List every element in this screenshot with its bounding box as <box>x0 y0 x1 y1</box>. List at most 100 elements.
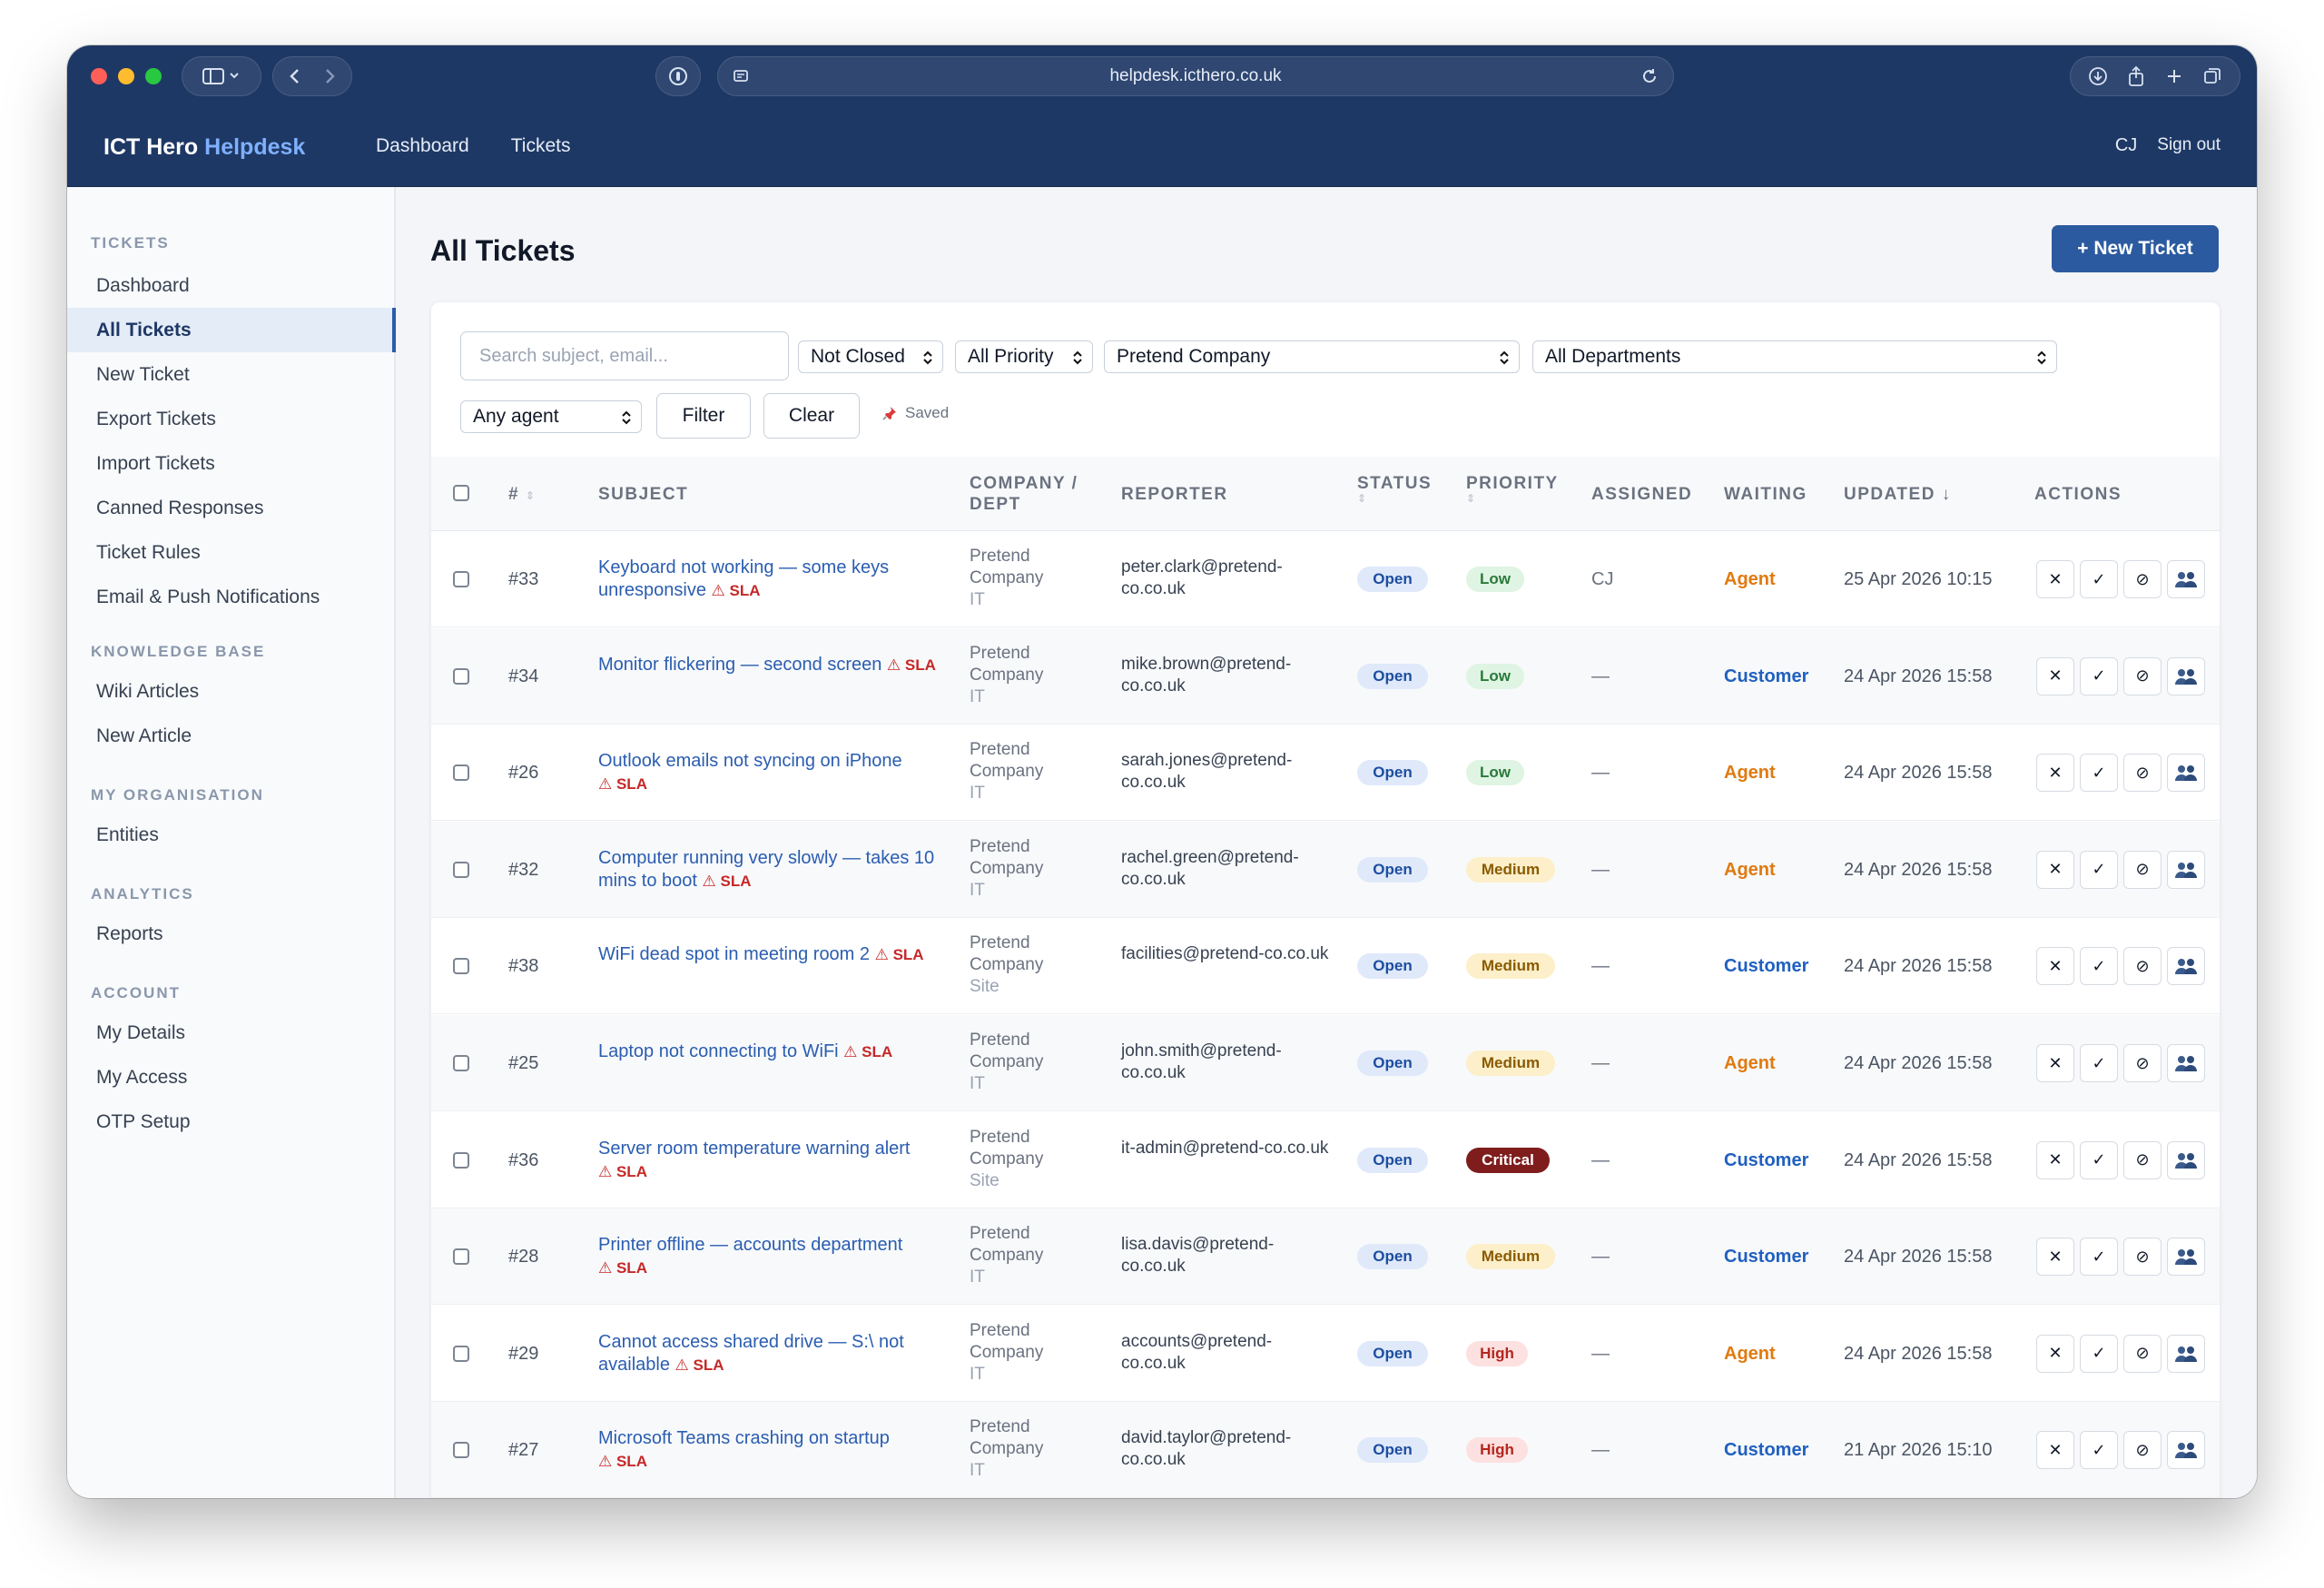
agent-select[interactable]: Any agent <box>460 400 642 433</box>
table-row[interactable]: #38 WiFi dead spot in meeting room 2 ⚠ SL… <box>431 918 2220 1015</box>
sidebar-item-new-article[interactable]: New Article <box>67 714 394 758</box>
table-row[interactable]: #36 Server room temperature warning alert… <box>431 1112 2220 1208</box>
forward-icon[interactable] <box>326 69 335 84</box>
ticket-number[interactable]: #25 <box>508 1053 538 1074</box>
ticket-number[interactable]: #29 <box>508 1344 538 1365</box>
ban-button[interactable]: ⊘ <box>2123 947 2162 986</box>
sign-out-link[interactable]: Sign out <box>2157 135 2221 156</box>
minimize-window-button[interactable] <box>118 68 134 84</box>
ban-button[interactable]: ⊘ <box>2123 656 2162 695</box>
ticket-number[interactable]: #34 <box>508 666 538 687</box>
ticket-subject-link[interactable]: Server room temperature warning alert ⚠ … <box>598 1138 943 1183</box>
close-button[interactable]: ✕ <box>2036 947 2074 986</box>
check-button[interactable]: ✓ <box>2080 560 2118 598</box>
check-button[interactable]: ✓ <box>2080 1044 2118 1082</box>
ticket-number[interactable]: #32 <box>508 860 538 881</box>
sidebar-item-my-access[interactable]: My Access <box>67 1055 394 1100</box>
ticket-number[interactable]: #33 <box>508 569 538 590</box>
sidebar-item-import-tickets[interactable]: Import Tickets <box>67 441 394 486</box>
check-button[interactable]: ✓ <box>2080 754 2118 793</box>
department-select[interactable]: All Departments <box>1532 340 2057 373</box>
download-icon[interactable] <box>2088 66 2108 86</box>
row-checkbox[interactable] <box>453 1248 469 1266</box>
ticket-subject-link[interactable]: Computer running very slowly — takes 10 … <box>598 847 943 893</box>
assign-users-button[interactable] <box>2167 1140 2205 1179</box>
ban-button[interactable]: ⊘ <box>2123 1140 2162 1179</box>
search-input[interactable]: Search subject, email... <box>460 331 789 380</box>
ban-button[interactable]: ⊘ <box>2123 560 2162 598</box>
assign-users-button[interactable] <box>2167 1334 2205 1373</box>
assign-users-button[interactable] <box>2167 560 2205 598</box>
ticket-subject-link[interactable]: Keyboard not working — some keys unrespo… <box>598 557 943 602</box>
close-button[interactable]: ✕ <box>2036 1431 2074 1470</box>
ticket-number[interactable]: #27 <box>508 1440 538 1461</box>
reload-icon[interactable] <box>1640 67 1659 85</box>
assign-users-button[interactable] <box>2167 754 2205 793</box>
company-select[interactable]: Pretend Company <box>1104 340 1520 373</box>
assign-users-button[interactable] <box>2167 1044 2205 1082</box>
assign-users-button[interactable] <box>2167 947 2205 986</box>
col-header-updated[interactable]: UPDATED ↓ <box>1844 484 1952 505</box>
sidebar-item-all-tickets[interactable]: All Tickets <box>67 308 396 352</box>
ticket-number[interactable]: #28 <box>508 1247 538 1267</box>
ticket-subject-link[interactable]: Cannot access shared drive — S:\ not ava… <box>598 1331 943 1376</box>
check-button[interactable]: ✓ <box>2080 850 2118 889</box>
col-header-company[interactable]: COMPANY / DEPT <box>970 473 1078 515</box>
row-checkbox[interactable] <box>453 764 469 782</box>
ticket-subject-link[interactable]: Outlook emails not syncing on iPhone ⚠ S… <box>598 750 943 795</box>
row-checkbox[interactable] <box>453 1345 469 1362</box>
row-checkbox[interactable] <box>453 667 469 685</box>
row-checkbox[interactable] <box>453 958 469 975</box>
table-row[interactable]: #28 Printer offline — accounts department… <box>431 1208 2220 1306</box>
row-checkbox[interactable] <box>453 571 469 587</box>
table-row[interactable]: #26 Outlook emails not syncing on iPhone … <box>431 725 2220 822</box>
table-row[interactable]: #34 Monitor flickering — second screen ⚠ … <box>431 627 2220 725</box>
check-button[interactable]: ✓ <box>2080 1334 2118 1373</box>
assign-users-button[interactable] <box>2167 850 2205 889</box>
sidebar-item-notifications[interactable]: Email & Push Notifications <box>67 575 394 619</box>
row-checkbox[interactable] <box>453 1442 469 1459</box>
sidebar-toggle-button[interactable] <box>182 56 261 96</box>
address-bar[interactable]: helpdesk.icthero.co.uk <box>717 56 1674 96</box>
col-header-status[interactable]: STATUS ⇕ <box>1357 473 1432 504</box>
close-button[interactable]: ✕ <box>2036 1044 2074 1082</box>
sidebar-item-otp-setup[interactable]: OTP Setup <box>67 1100 394 1144</box>
sidebar-item-reports[interactable]: Reports <box>67 912 394 956</box>
close-button[interactable]: ✕ <box>2036 754 2074 793</box>
priority-select[interactable]: All Priority <box>955 340 1093 373</box>
close-button[interactable]: ✕ <box>2036 1334 2074 1373</box>
top-nav-dashboard[interactable]: Dashboard <box>376 135 469 157</box>
brand-logo[interactable]: ICT Hero Helpdesk <box>103 134 305 161</box>
sidebar-item-canned-responses[interactable]: Canned Responses <box>67 486 394 530</box>
ban-button[interactable]: ⊘ <box>2123 1044 2162 1082</box>
zoom-window-button[interactable] <box>145 68 162 84</box>
top-nav-tickets[interactable]: Tickets <box>511 135 571 157</box>
sidebar-item-new-ticket[interactable]: New Ticket <box>67 352 394 397</box>
ticket-subject-link[interactable]: Printer offline — accounts department ⚠ … <box>598 1234 943 1279</box>
ticket-subject-link[interactable]: Laptop not connecting to WiFi ⚠ SLA <box>598 1041 943 1063</box>
ticket-subject-link[interactable]: Microsoft Teams crashing on startup ⚠ SL… <box>598 1427 943 1473</box>
ban-button[interactable]: ⊘ <box>2123 1238 2162 1277</box>
privacy-report-button[interactable] <box>655 56 701 96</box>
close-button[interactable]: ✕ <box>2036 1238 2074 1277</box>
table-row[interactable]: #29 Cannot access shared drive — S:\ not … <box>431 1306 2220 1402</box>
check-button[interactable]: ✓ <box>2080 947 2118 986</box>
sidebar-item-ticket-rules[interactable]: Ticket Rules <box>67 530 394 575</box>
sidebar-item-my-details[interactable]: My Details <box>67 1011 394 1055</box>
row-checkbox[interactable] <box>453 1151 469 1169</box>
assign-users-button[interactable] <box>2167 1238 2205 1277</box>
back-icon[interactable] <box>290 69 299 84</box>
col-header-subject[interactable]: SUBJECT <box>598 484 688 505</box>
close-button[interactable]: ✕ <box>2036 850 2074 889</box>
close-button[interactable]: ✕ <box>2036 656 2074 695</box>
close-button[interactable]: ✕ <box>2036 1140 2074 1179</box>
table-row[interactable]: #33 Keyboard not working — some keys unre… <box>431 531 2220 627</box>
table-row[interactable]: #25 Laptop not connecting to WiFi ⚠ SLA Pr… <box>431 1015 2220 1111</box>
check-button[interactable]: ✓ <box>2080 1238 2118 1277</box>
table-row[interactable]: #32 Computer running very slowly — takes … <box>431 821 2220 918</box>
check-button[interactable]: ✓ <box>2080 656 2118 695</box>
ticket-subject-link[interactable]: WiFi dead spot in meeting room 2 ⚠ SLA <box>598 943 943 966</box>
sidebar-item-export-tickets[interactable]: Export Tickets <box>67 397 394 441</box>
sidebar-item-dashboard[interactable]: Dashboard <box>67 263 394 308</box>
ticket-number[interactable]: #38 <box>508 956 538 977</box>
